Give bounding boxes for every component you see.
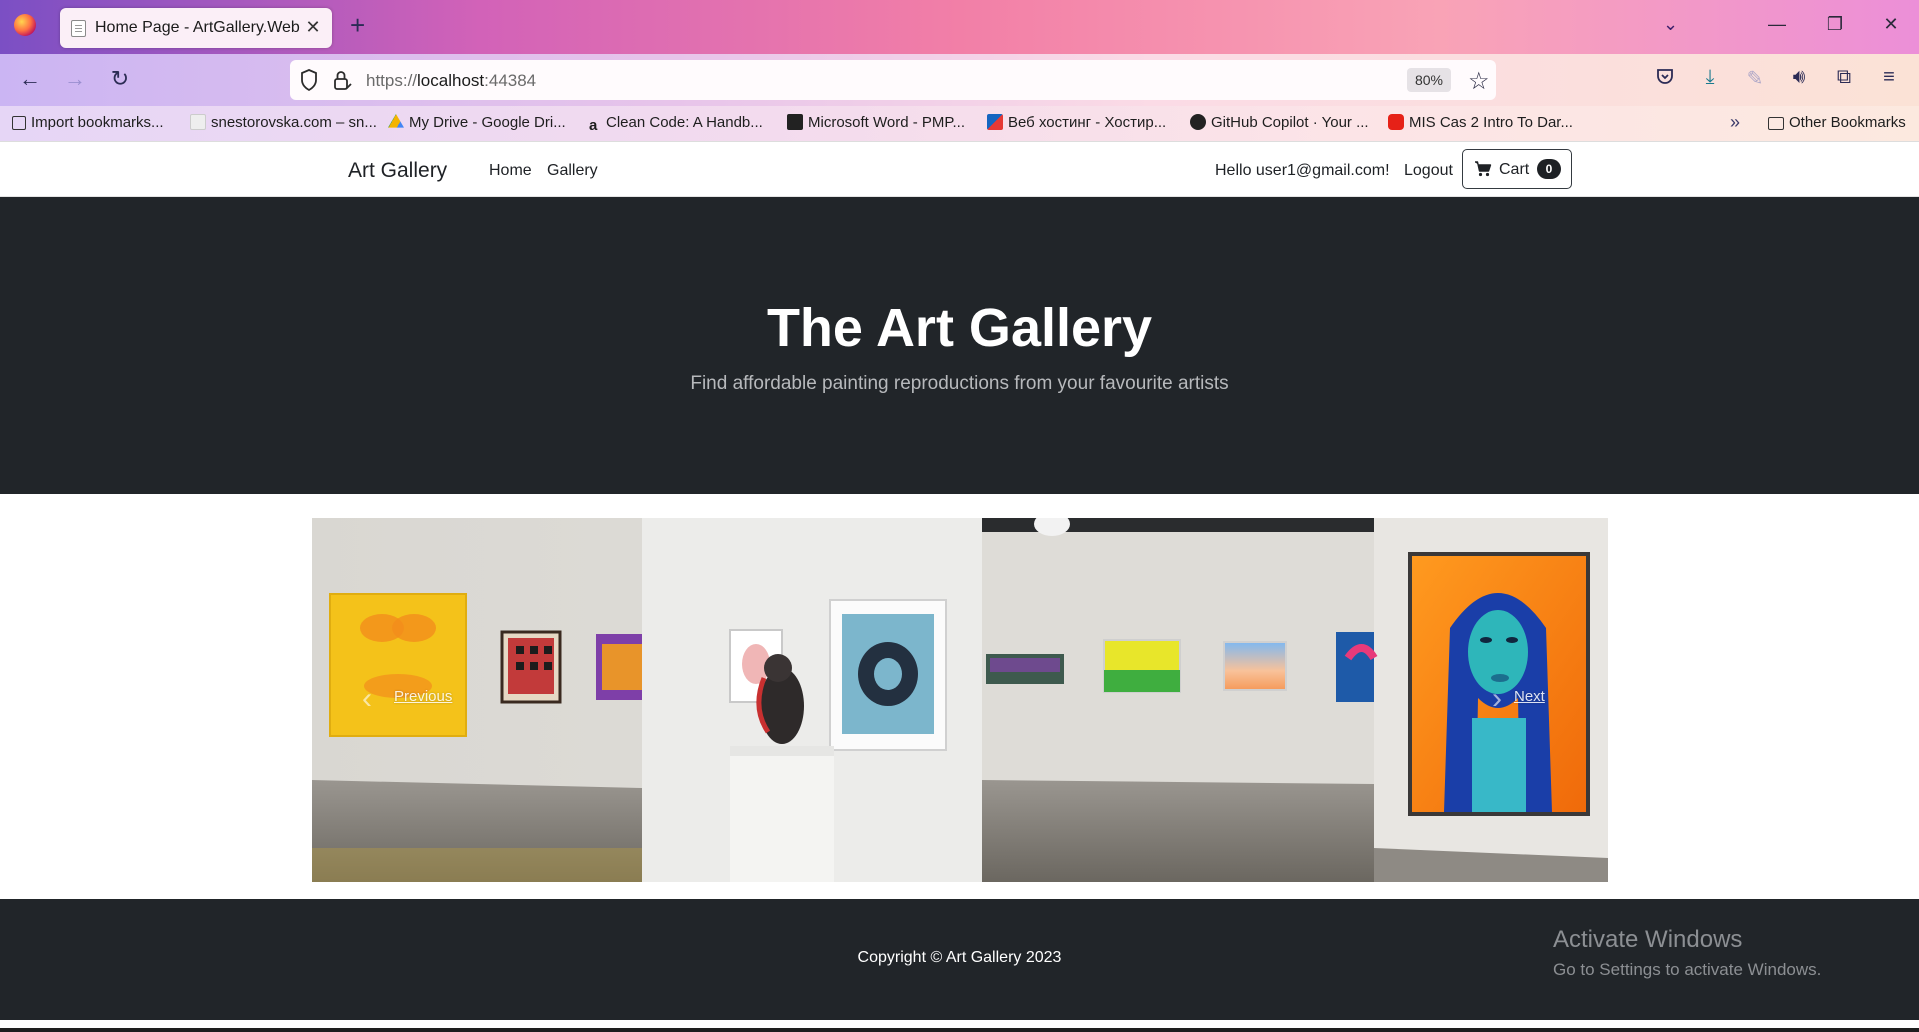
tab-home-page[interactable]: Home Page - ArtGallery.Web ✕ xyxy=(60,8,332,48)
pen-icon[interactable]: ✎ xyxy=(1742,66,1768,91)
reload-icon[interactable]: ↻ xyxy=(105,66,135,92)
carousel-next-control[interactable]: › Next xyxy=(1418,518,1608,882)
url-bar[interactable]: https://localhost:44384 80% ☆ xyxy=(290,60,1496,100)
user-greeting-link[interactable]: Hello user1@gmail.com! xyxy=(1215,162,1390,180)
browser-tabbar: Home Page - ArtGallery.Web ✕ + ⌄ — ❐ ✕ xyxy=(0,0,1919,54)
amazon-icon: a xyxy=(589,117,598,134)
page-favicon-icon xyxy=(71,20,86,37)
bookmark-label: Microsoft Word - PMP... xyxy=(808,114,965,131)
more-bookmarks-chevron-icon[interactable]: » xyxy=(1730,112,1740,133)
word-icon xyxy=(787,114,803,130)
tracking-shield-icon[interactable] xyxy=(300,69,318,91)
cart-button[interactable]: Cart 0 xyxy=(1462,149,1572,189)
bookmark-label: My Drive - Google Dri... xyxy=(409,114,566,131)
activate-windows-watermark: Activate Windows Go to Settings to activ… xyxy=(1553,926,1821,980)
bookmark-label: snestorovska.com – sn... xyxy=(211,114,377,131)
hero-title: The Art Gallery xyxy=(766,298,1153,358)
cart-count-badge: 0 xyxy=(1537,159,1561,179)
forward-arrow-icon[interactable]: → xyxy=(60,66,90,92)
bookmark-item[interactable]: My Drive - Google Dri... xyxy=(388,114,566,131)
bookmark-item[interactable]: Import bookmarks... xyxy=(12,114,164,131)
browser-toolbar: ← → ↻ https://localhost:44384 80% ☆ ⤓ ✎ … xyxy=(0,54,1919,106)
bookmark-star-icon[interactable]: ☆ xyxy=(1468,67,1490,96)
firefox-logo-icon[interactable] xyxy=(14,14,36,36)
chevron-left-icon: ‹ xyxy=(362,682,372,715)
lock-icon[interactable] xyxy=(332,69,352,91)
bookmark-item[interactable]: a Clean Code: A Handb... xyxy=(589,114,763,134)
nav-link-gallery[interactable]: Gallery xyxy=(547,162,598,180)
site-navbar: Art Gallery Home Gallery Hello user1@gma… xyxy=(0,142,1919,197)
carousel-slide-image xyxy=(312,518,1608,882)
hosting-icon xyxy=(987,114,1003,130)
downloads-icon[interactable]: ⤓ xyxy=(1697,66,1723,89)
bookmark-label: MIS Cas 2 Intro To Dar... xyxy=(1409,114,1573,131)
logout-button[interactable]: Logout xyxy=(1404,162,1453,180)
back-arrow-icon[interactable]: ← xyxy=(15,66,45,92)
hero-banner: The Art Gallery Find affordable painting… xyxy=(0,197,1919,494)
gallery-carousel: ‹ Previous › Next xyxy=(312,518,1608,882)
github-icon xyxy=(1190,114,1206,130)
url-host: localhost xyxy=(417,71,485,90)
chevron-right-icon: › xyxy=(1492,682,1502,715)
taskbar-edge xyxy=(0,1028,1919,1032)
other-bookmarks-label: Other Bookmarks xyxy=(1789,114,1906,131)
google-drive-icon xyxy=(388,114,404,128)
bookmark-label: Веб хостинг - Хостир... xyxy=(1008,114,1167,131)
bookmark-label: Import bookmarks... xyxy=(31,114,164,131)
close-tab-icon[interactable]: ✕ xyxy=(302,16,324,38)
bookmark-item[interactable]: MIS Cas 2 Intro To Dar... xyxy=(1388,114,1573,131)
site-footer: Copyright © Art Gallery 2023 Activate Wi… xyxy=(0,899,1919,1020)
bookmarks-bar: Import bookmarks... snestorovska.com – s… xyxy=(0,106,1919,142)
bookmark-item[interactable]: GitHub Copilot · Your ... xyxy=(1190,114,1369,131)
zoom-level-badge[interactable]: 80% xyxy=(1407,68,1451,92)
other-bookmarks-folder[interactable]: Other Bookmarks xyxy=(1768,114,1906,131)
extensions-icon[interactable]: ⧉ xyxy=(1831,66,1857,89)
minimize-window-icon[interactable]: — xyxy=(1762,14,1792,35)
carousel-prev-control[interactable]: ‹ Previous xyxy=(312,518,502,882)
bookmark-label: GitHub Copilot · Your ... xyxy=(1211,114,1369,131)
cart-icon xyxy=(1475,161,1492,177)
new-tab-button[interactable]: + xyxy=(350,12,365,38)
nav-link-home[interactable]: Home xyxy=(489,162,532,180)
site-icon xyxy=(190,114,206,130)
close-window-icon[interactable]: ✕ xyxy=(1876,14,1906,35)
cart-label: Cart xyxy=(1499,161,1530,178)
bookmark-label: Clean Code: A Handb... xyxy=(606,114,763,131)
carousel-next-label: Next xyxy=(1514,688,1545,705)
url-port: :44384 xyxy=(484,71,537,90)
speaker-icon[interactable]: 🔊︎ xyxy=(1786,66,1812,89)
import-icon xyxy=(12,116,26,130)
list-tabs-chevron-icon[interactable]: ⌄ xyxy=(1663,14,1678,35)
hero-subtitle: Find affordable painting reproductions f… xyxy=(690,373,1229,394)
menu-hamburger-icon[interactable]: ≡ xyxy=(1876,66,1902,89)
site-brand-link[interactable]: Art Gallery xyxy=(348,159,447,183)
youtube-icon xyxy=(1388,114,1404,130)
pocket-icon[interactable] xyxy=(1652,66,1678,92)
bookmark-item[interactable]: Microsoft Word - PMP... xyxy=(787,114,965,131)
restore-window-icon[interactable]: ❐ xyxy=(1820,14,1850,35)
url-scheme: https:// xyxy=(366,71,418,90)
url-text[interactable]: https://localhost:44384 xyxy=(366,71,536,91)
bookmark-item[interactable]: Веб хостинг - Хостир... xyxy=(987,114,1166,131)
activate-windows-subtitle: Go to Settings to activate Windows. xyxy=(1553,960,1822,979)
tab-title: Home Page - ArtGallery.Web xyxy=(95,19,300,36)
bookmark-item[interactable]: snestorovska.com – sn... xyxy=(190,114,377,131)
activate-windows-title: Activate Windows xyxy=(1553,926,1743,953)
folder-icon xyxy=(1768,117,1784,130)
carousel-prev-label: Previous xyxy=(394,688,453,705)
